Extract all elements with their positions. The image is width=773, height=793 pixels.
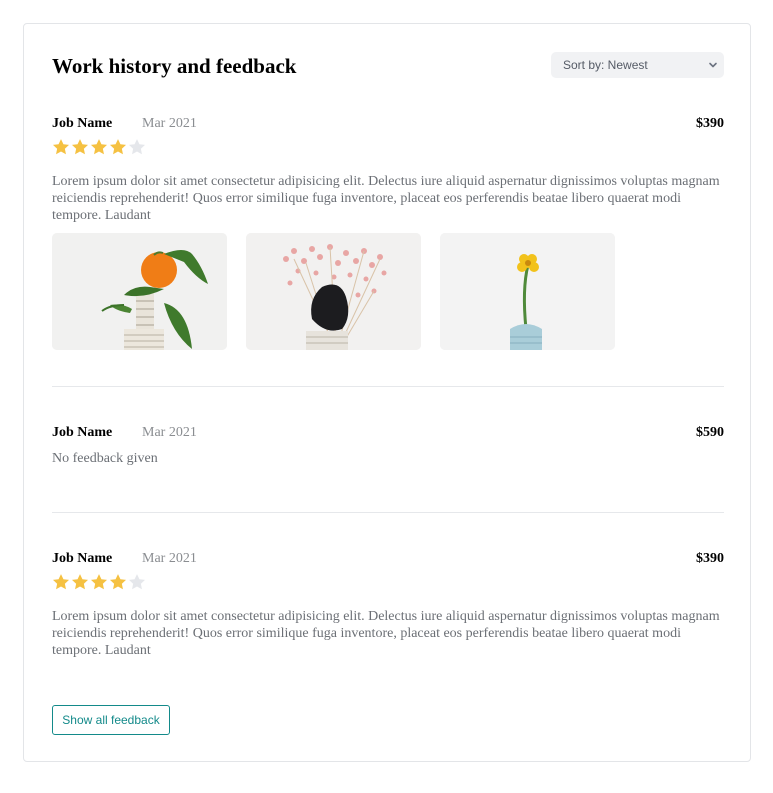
job-entry: Job Name Mar 2021 $390 Lorem ipsum dolor… [52, 550, 724, 658]
work-history-card: Work history and feedback Sort by: Newes… [23, 23, 751, 762]
divider [52, 512, 724, 513]
orange-on-stand-photo[interactable] [52, 233, 227, 350]
job-date: Mar 2021 [142, 551, 197, 566]
job-entry: Job Name Mar 2021 $390 Lorem ipsum dolor… [52, 115, 724, 350]
job-price: $390 [696, 551, 724, 566]
star-rating [52, 573, 146, 591]
card-header: Work history and feedback Sort by: Newes… [52, 52, 724, 80]
page-title: Work history and feedback [52, 54, 297, 78]
feedback-text: Lorem ipsum dolor sit amet consectetur a… [52, 609, 720, 658]
yellow-flower-vase-photo[interactable] [440, 233, 615, 350]
job-name: Job Name [52, 425, 113, 440]
feedback-text: No feedback given [52, 451, 158, 466]
job-date: Mar 2021 [142, 425, 197, 440]
star-filled-icon [52, 139, 70, 155]
sort-select[interactable]: Sort by: Newest [551, 52, 724, 78]
star-filled-icon [90, 139, 108, 155]
star-filled-icon [109, 574, 127, 590]
star-filled-icon [71, 574, 89, 590]
job-entry: Job Name Mar 2021 $590 No feedback given [52, 424, 724, 466]
job-name: Job Name [52, 551, 113, 566]
divider [52, 386, 724, 387]
star-filled-icon [109, 139, 127, 155]
show-all-feedback-button[interactable]: Show all feedback [52, 705, 170, 735]
job-date: Mar 2021 [142, 116, 197, 131]
feedback-text: Lorem ipsum dolor sit amet consectetur a… [52, 174, 720, 223]
star-filled-icon [71, 139, 89, 155]
chevron-down-icon [709, 62, 717, 68]
dried-flowers-rock-photo[interactable] [246, 233, 421, 350]
star-filled-icon [90, 574, 108, 590]
star-empty-icon [128, 139, 146, 155]
job-price: $390 [696, 116, 724, 131]
star-rating [52, 138, 146, 156]
feedback-images [52, 233, 615, 350]
star-filled-icon [52, 574, 70, 590]
sort-select-label: Sort by: Newest [563, 58, 648, 72]
star-empty-icon [128, 574, 146, 590]
job-price: $590 [696, 425, 724, 440]
job-name: Job Name [52, 116, 113, 131]
